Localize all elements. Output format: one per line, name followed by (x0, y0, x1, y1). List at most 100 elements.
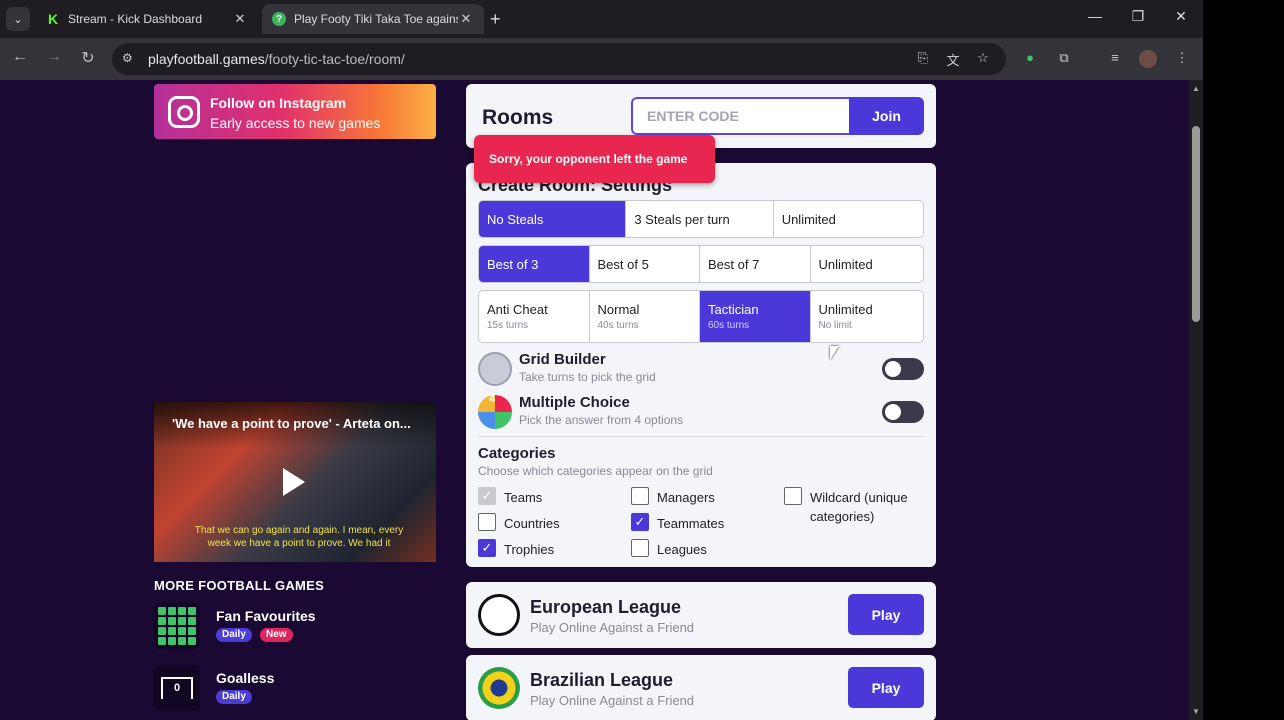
categories-title: Categories (478, 445, 556, 462)
reload-icon[interactable]: ↻ (78, 48, 98, 68)
url-path: /footy-tic-tac-toe/room/ (264, 51, 405, 67)
scrollbar-thumb[interactable] (1192, 126, 1200, 322)
scroll-up-icon[interactable]: ▲ (1192, 84, 1200, 93)
option-best-of-3[interactable]: Best of 3 (479, 246, 590, 282)
option-unlimited-steals[interactable]: Unlimited (774, 201, 923, 237)
tab-search-icon[interactable]: ⌄ (6, 7, 30, 31)
divider (478, 436, 924, 437)
checkbox-label: Leagues (657, 542, 707, 557)
option-anti-cheat[interactable]: Anti Cheat 15s turns (479, 291, 590, 342)
game-goalless[interactable]: 0 Goalless Daily (154, 665, 436, 715)
menu-kebab-icon[interactable]: ⋮ (1173, 50, 1191, 68)
option-sub: 60s turns (708, 320, 750, 331)
join-button[interactable]: Join (849, 97, 924, 135)
multiple-choice-icon-number: 4 (489, 393, 496, 405)
grid-builder-title: Grid Builder (519, 351, 606, 368)
option-label: Anti Cheat (487, 302, 548, 317)
close-tab-icon[interactable]: ✕ (232, 11, 248, 27)
league-name: European League (530, 597, 682, 617)
daily-badge: Daily (216, 628, 252, 642)
play-button[interactable]: Play (848, 667, 924, 708)
tab-kick-dashboard[interactable]: K Stream - Kick Dashboard ✕ (36, 4, 258, 34)
option-3-steals[interactable]: 3 Steals per turn (626, 201, 774, 237)
play-button[interactable]: Play (848, 594, 924, 635)
rounds-selector: Best of 3 Best of 5 Best of 7 Unlimited (478, 245, 924, 283)
brazilian-league-card[interactable]: Brazilian League Play Online Against a F… (466, 655, 936, 720)
url-text[interactable]: playfootball.games/footy-tic-tac-toe/roo… (148, 51, 405, 67)
league-name: Brazilian League (530, 670, 674, 690)
option-sub: No limit (818, 320, 852, 331)
goal-icon-number: 0 (161, 677, 193, 699)
translate-icon[interactable]: 文 (944, 50, 962, 68)
restore-icon[interactable]: ❐ (1128, 8, 1148, 25)
tab-title: Stream - Kick Dashboard (68, 12, 203, 26)
bookmark-star-icon[interactable]: ☆ (974, 50, 992, 68)
tab-play-footy[interactable]: ? Play Footy Tiki Taka Toe against ✕ (262, 4, 484, 34)
option-sub: 40s turns (597, 320, 639, 331)
checkbox-box[interactable] (631, 539, 649, 557)
settings-panel: Create Room: Settings No Steals 3 Steals… (466, 163, 936, 567)
categories-subtitle: Choose which categories appear on the gr… (478, 464, 713, 478)
play-icon[interactable] (283, 468, 305, 496)
checkbox-box[interactable]: ✓ (631, 513, 649, 531)
video-title: 'We have a point to prove' - Arteta on..… (154, 402, 436, 448)
checkbox-box[interactable] (478, 513, 496, 531)
option-best-of-5[interactable]: Best of 5 (590, 246, 700, 282)
game-name: Goalless (216, 670, 275, 686)
checkbox-box[interactable] (784, 487, 802, 505)
media-controls-icon[interactable]: ≡ (1106, 50, 1124, 68)
option-tactician[interactable]: Tactician 60s turns (700, 291, 811, 342)
option-label: Unlimited (818, 302, 873, 317)
room-code-input[interactable] (631, 97, 851, 135)
site-settings-icon[interactable]: ⚙ (122, 51, 138, 67)
instagram-title: Follow on Instagram (210, 95, 347, 111)
forward-icon[interactable]: → (44, 48, 64, 66)
multiple-choice-icon: 4 (478, 393, 512, 429)
checkbox-label: Managers (657, 490, 715, 505)
checkbox-box[interactable]: ✓ (478, 539, 496, 557)
rooms-title: Rooms (482, 106, 554, 129)
multiple-choice-toggle[interactable] (882, 401, 924, 423)
brazil-flag-icon (478, 667, 520, 709)
globe-icon (478, 352, 512, 386)
checkbox-box[interactable] (631, 487, 649, 505)
browser-toolbar: ← → ↻ ⚙ playfootball.games/footy-tic-tac… (0, 38, 1203, 80)
close-window-icon[interactable]: ✕ (1171, 8, 1191, 25)
option-sub: 15s turns (487, 320, 529, 331)
football-icon (478, 594, 520, 636)
browser-window: ⌄ K Stream - Kick Dashboard ✕ ? Play Foo… (0, 0, 1203, 720)
back-icon[interactable]: ← (10, 48, 30, 66)
game-name: Fan Favourites (216, 608, 316, 624)
extension-icon[interactable]: ● (1021, 50, 1039, 68)
grid-builder-subtitle: Take turns to pick the grid (519, 370, 656, 384)
extensions-puzzle-icon[interactable]: ⧉ (1055, 50, 1073, 68)
instagram-subtitle: Early access to new games (210, 115, 381, 131)
video-player[interactable]: 'We have a point to prove' - Arteta on..… (154, 402, 436, 562)
minimize-icon[interactable]: — (1085, 8, 1105, 24)
option-unlimited-time[interactable]: Unlimited No limit (811, 291, 923, 342)
option-label: Normal (597, 302, 640, 317)
install-app-icon[interactable]: ⎘ (914, 50, 932, 68)
european-league-card[interactable]: European League Play Online Against a Fr… (466, 582, 936, 648)
grid-icon (154, 603, 200, 649)
scroll-down-icon[interactable]: ▼ (1192, 707, 1200, 716)
option-normal[interactable]: Normal 40s turns (590, 291, 700, 342)
multiple-choice-subtitle: Pick the answer from 4 options (519, 413, 684, 427)
option-best-of-7[interactable]: Best of 7 (700, 246, 811, 282)
profile-avatar-icon[interactable] (1139, 50, 1157, 68)
game-fan-favourites[interactable]: Fan Favourites Daily New (154, 603, 436, 653)
instagram-banner[interactable]: Follow on Instagram Early access to new … (154, 84, 436, 139)
checkbox-label: Trophies (504, 542, 555, 557)
grid-builder-row: Grid Builder Take turns to pick the grid (478, 351, 924, 387)
checkbox-box[interactable]: ✓ (478, 487, 496, 505)
new-badge: New (260, 628, 293, 642)
grid-builder-toggle[interactable] (882, 358, 924, 380)
page-scrollbar[interactable]: ▲ ▼ (1189, 80, 1203, 720)
option-no-steals[interactable]: No Steals (479, 201, 627, 237)
address-bar[interactable]: ⚙ playfootball.games/footy-tic-tac-toe/r… (112, 43, 1006, 75)
letterbox-area (1203, 0, 1284, 720)
new-tab-icon[interactable]: + (490, 9, 501, 30)
option-unlimited-rounds[interactable]: Unlimited (811, 246, 923, 282)
more-games-heading: MORE FOOTBALL GAMES (154, 578, 325, 593)
close-tab-icon[interactable]: ✕ (458, 11, 474, 27)
